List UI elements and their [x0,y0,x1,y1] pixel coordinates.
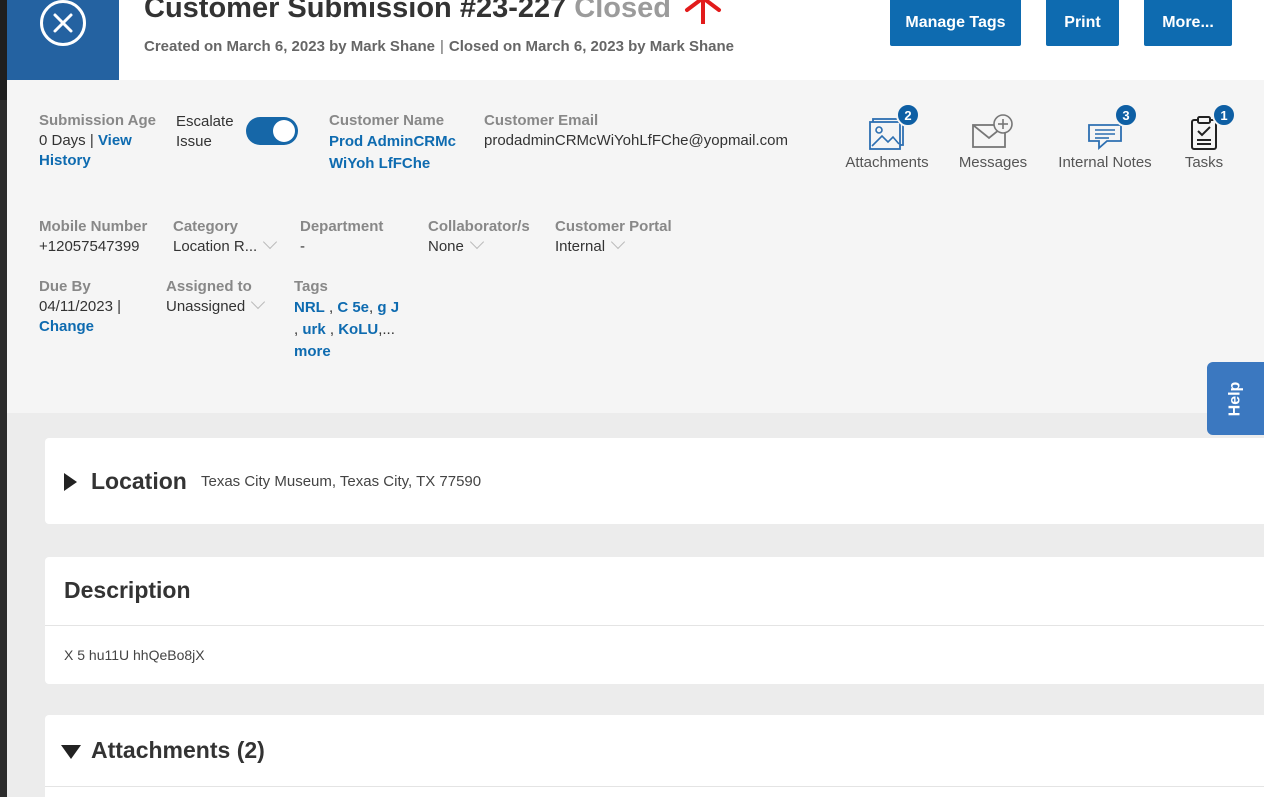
customer-portal-field: Customer Portal Internal [555,218,672,257]
attachments-shortcut[interactable]: 2 Attachments [840,103,934,171]
submission-meta: Created on March 6, 2023 by Mark Shane | C… [144,38,734,55]
internal-notes-shortcut[interactable]: 3 Internal Notes [1051,103,1159,171]
internal-notes-shortcut-label: Internal Notes [1058,154,1152,171]
description-text: X 5 hu11U hhQeBo8jX [64,647,205,663]
location-section: Location Texas City Museum, Texas City, … [45,438,1264,524]
close-button[interactable] [7,0,119,80]
customer-email-value: prodadminCRMcWiYohLfFChe@yopmail.com [484,132,788,149]
collapse-arrow-icon[interactable] [61,745,81,759]
tag-link[interactable]: C 5e [337,299,369,316]
escalate-field: Escalate Issue [176,112,241,152]
modal-header: Customer Submission #23-227 Closed Create… [7,0,1264,80]
assigned-to-label: Assigned to [166,278,252,295]
tags-label: Tags [294,278,328,295]
submission-age-label: Submission Age [39,112,156,129]
chat-bubble-icon [1088,124,1122,150]
chevron-down-icon [263,234,278,250]
location-title[interactable]: Location [91,468,187,495]
tasks-shortcut-label: Tasks [1184,154,1224,171]
mobile-number-field: Mobile Number +12057547399 [39,218,147,257]
tags-field: Tags NRL , C 5e, g J , urk , KoLU,... mo… [294,278,404,363]
collaborators-dropdown[interactable]: None [428,234,530,257]
category-dropdown[interactable]: Location R... [173,234,278,257]
messages-shortcut-label: Messages [958,154,1028,171]
submission-modal: Customer Submission #23-227 Closed Create… [7,0,1264,797]
toggle-knob [273,120,295,142]
submission-age-field: Submission Age 0 Days | View History [39,112,156,171]
created-info: Created on March 6, 2023 by Mark Shane [144,38,435,55]
attachments-title[interactable]: Attachments (2) [91,737,265,764]
escalate-label: Escalate Issue [176,113,234,150]
tag-link[interactable]: g J [377,299,399,316]
location-value: Texas City Museum, Texas City, TX 77590 [201,473,482,490]
customer-portal-dropdown[interactable]: Internal [555,234,672,257]
attachments-section: Attachments (2) [45,715,1264,797]
collaborators-value: None [428,238,464,255]
escalate-toggle[interactable] [246,117,298,145]
assigned-to-dropdown[interactable]: Unassigned [166,294,266,317]
change-due-date-link[interactable]: Change [39,318,94,335]
customer-portal-value: Internal [555,238,606,255]
manage-tags-button[interactable]: Manage Tags [890,0,1021,46]
department-value: - [300,238,305,255]
due-by-value: 04/11/2023 [39,298,113,315]
description-title: Description [64,577,191,603]
backdrop [0,0,7,100]
meta-separator: | [439,38,444,55]
department-field: Department - [300,218,383,257]
description-section: Description X 5 hu11U hhQeBo8jX [45,557,1264,684]
collaborators-field: Collaborator/s None [428,218,530,257]
submission-age-separator: | [89,132,94,149]
attachments-shortcut-label: Attachments [845,154,929,171]
department-label: Department [300,218,384,235]
customer-name-link[interactable]: Prod AdminCRMcWiYoh LfFChe [329,131,469,175]
expand-arrow-icon[interactable] [64,473,77,491]
tag-link[interactable]: NRL [294,299,325,316]
page-title: Customer Submission #23-227 Closed [144,0,671,25]
customer-email-label: Customer Email [484,112,599,129]
tasks-count-badge: 1 [1212,103,1236,127]
description-divider [45,625,1264,626]
info-panel: Submission Age 0 Days | View History Esc… [7,80,1264,413]
closed-info: Closed on March 6, 2023 by Mark Shane [448,38,734,55]
envelope-plus-icon [972,114,1013,148]
internal-notes-count-badge: 3 [1114,103,1138,127]
more-tags-link[interactable]: more [294,343,331,360]
mobile-number-label: Mobile Number [39,218,148,235]
red-arrow-icon [685,0,721,24]
tags-ellipsis: ... [382,321,395,338]
close-icon[interactable] [40,0,86,46]
tag-link[interactable]: KoLU [338,321,378,338]
more-button[interactable]: More... [1144,0,1232,46]
due-by-separator: | [117,298,122,315]
assigned-to-field: Assigned to Unassigned [166,278,266,317]
status-label: Closed [574,0,671,24]
chevron-down-icon [610,234,626,250]
due-by-field: Due By 04/11/2023 | Change [39,278,139,337]
submission-title: Customer Submission #23-227 [144,0,567,24]
collaborators-label: Collaborator/s [428,218,530,235]
print-button[interactable]: Print [1046,0,1119,46]
chevron-down-icon [251,294,266,310]
tag-link[interactable]: urk [302,321,325,338]
customer-name-label: Customer Name [329,112,445,129]
chevron-down-icon [469,234,484,250]
messages-shortcut[interactable]: Messages [954,111,1032,171]
category-value: Location R... [173,238,258,255]
customer-name-field: Customer Name Prod AdminCRMcWiYoh LfFChe [329,112,469,175]
mobile-number-value: +12057547399 [39,238,140,255]
due-by-label: Due By [39,278,91,295]
attachments-count-badge: 2 [896,103,920,127]
category-label: Category [173,218,239,235]
customer-portal-label: Customer Portal [555,218,672,235]
attachments-divider [45,786,1264,787]
submission-age-value: 0 Days [39,132,86,149]
help-label: Help [1226,381,1244,416]
help-button[interactable]: Help [1207,362,1264,435]
tasks-shortcut[interactable]: 1 Tasks [1174,103,1236,171]
assigned-to-value: Unassigned [166,298,246,315]
category-field: Category Location R... [173,218,278,257]
customer-email-field: Customer Email prodadminCRMcWiYohLfFChe@… [484,112,788,151]
